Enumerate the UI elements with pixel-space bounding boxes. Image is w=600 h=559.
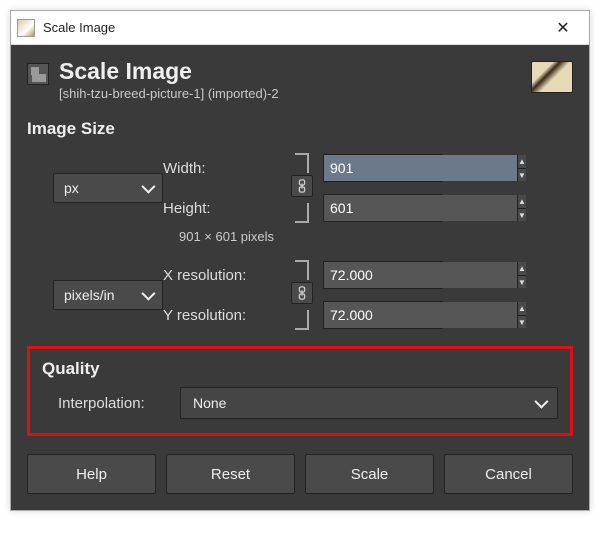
size-pair: Width: ▲ ▼ xyxy=(43,151,573,225)
quality-section: Quality Interpolation: None xyxy=(27,346,573,436)
scale-header-icon xyxy=(27,63,49,85)
scale-button[interactable]: Scale xyxy=(305,454,434,494)
size-unit-label: px xyxy=(64,180,79,196)
chevron-down-icon xyxy=(535,395,545,411)
resolution-pair: X resolution: ▲ ▼ xyxy=(43,258,573,332)
size-unit-select[interactable]: px xyxy=(53,173,163,203)
width-up-button[interactable]: ▲ xyxy=(518,155,526,169)
res-unit-label: pixels/in xyxy=(64,287,115,303)
aspect-link-button[interactable] xyxy=(291,175,313,197)
window-title: Scale Image xyxy=(43,20,543,35)
interpolation-value: None xyxy=(193,395,226,411)
close-icon: ✕ xyxy=(556,18,569,38)
dialog-content: Scale Image [shih-tzu-breed-picture-1] (… xyxy=(11,45,589,510)
height-down-button[interactable]: ▼ xyxy=(518,209,526,222)
dialog-filename: [shih-tzu-breed-picture-1] (imported)-2 xyxy=(59,86,531,101)
height-input[interactable] xyxy=(324,195,517,221)
height-field: ▲ ▼ xyxy=(323,194,443,222)
image-size-heading: Image Size xyxy=(27,119,573,139)
y-res-input[interactable] xyxy=(324,302,517,328)
link-bracket-bot-icon xyxy=(295,310,309,330)
width-down-button[interactable]: ▼ xyxy=(518,169,526,182)
interpolation-label: Interpolation: xyxy=(58,395,170,412)
quality-heading: Quality xyxy=(42,359,558,379)
link-bracket-top-icon xyxy=(295,153,309,173)
dialog-title: Scale Image xyxy=(59,59,531,84)
scale-image-dialog: Scale Image ✕ Scale Image [shih-tzu-bree… xyxy=(10,10,590,511)
dialog-header: Scale Image [shih-tzu-breed-picture-1] (… xyxy=(27,59,573,101)
chain-link-icon xyxy=(296,286,308,300)
height-up-button[interactable]: ▲ xyxy=(518,195,526,209)
dialog-footer: Help Reset Scale Cancel xyxy=(27,454,573,494)
reset-button[interactable]: Reset xyxy=(166,454,295,494)
link-bracket-bot-icon xyxy=(295,203,309,223)
x-res-field: ▲ ▼ xyxy=(323,261,443,289)
help-button[interactable]: Help xyxy=(27,454,156,494)
x-res-up-button[interactable]: ▲ xyxy=(518,262,526,276)
chevron-down-icon xyxy=(142,287,152,303)
width-input[interactable] xyxy=(324,155,517,181)
res-link-button[interactable] xyxy=(291,282,313,304)
app-icon xyxy=(17,19,35,37)
chain-link-icon xyxy=(296,179,308,193)
close-button[interactable]: ✕ xyxy=(543,13,583,43)
y-res-down-button[interactable]: ▼ xyxy=(518,316,526,329)
cancel-button[interactable]: Cancel xyxy=(444,454,573,494)
res-unit-select[interactable]: pixels/in xyxy=(53,280,163,310)
titlebar: Scale Image ✕ xyxy=(11,11,589,45)
height-label: Height: xyxy=(163,200,283,217)
interpolation-select[interactable]: None xyxy=(180,387,558,419)
chevron-down-icon xyxy=(142,180,152,196)
link-bracket-top-icon xyxy=(295,260,309,280)
y-res-field: ▲ ▼ xyxy=(323,301,443,329)
x-res-down-button[interactable]: ▼ xyxy=(518,276,526,289)
y-res-up-button[interactable]: ▲ xyxy=(518,302,526,316)
x-res-input[interactable] xyxy=(324,262,517,288)
y-res-label: Y resolution: xyxy=(163,307,283,324)
width-field: ▲ ▼ xyxy=(323,154,443,182)
dimensions-note: 901 × 601 pixels xyxy=(179,229,573,244)
width-label: Width: xyxy=(163,160,283,177)
x-res-label: X resolution: xyxy=(163,267,283,284)
image-thumbnail xyxy=(531,61,573,93)
